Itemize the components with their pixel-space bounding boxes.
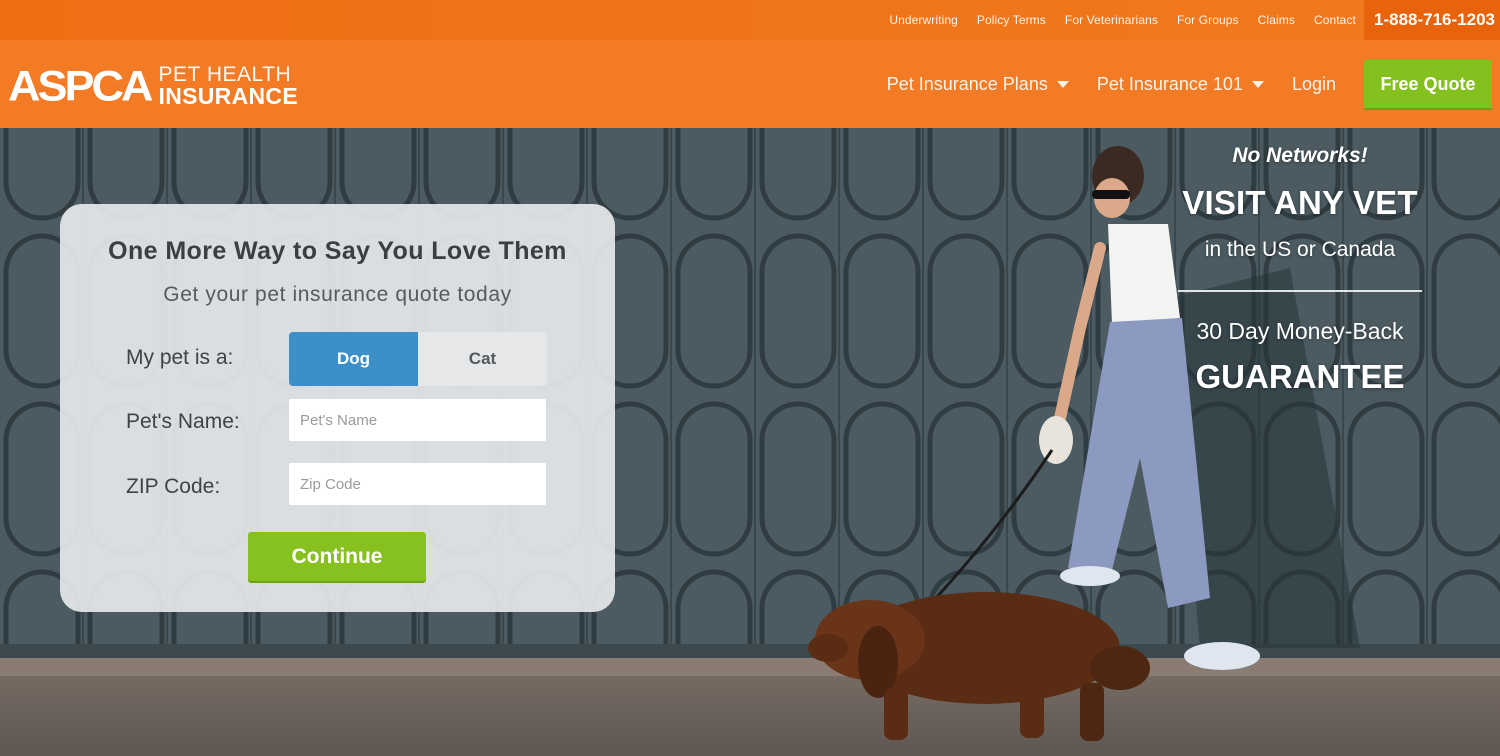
cat-option-button[interactable]: Cat (418, 332, 547, 386)
quote-form-title: One More Way to Say You Love Them (108, 237, 567, 265)
pet-type-label: My pet is a: (126, 346, 234, 369)
promo-guarantee: GUARANTEE (1195, 358, 1405, 395)
utility-link-underwriting[interactable]: Underwriting (889, 13, 958, 27)
pet-name-input[interactable] (288, 398, 547, 442)
promo-no-networks: No Networks! (1232, 144, 1368, 167)
chevron-down-icon (1056, 80, 1069, 88)
pet-name-label: Pet's Name: (126, 410, 240, 433)
promo-money-back: 30 Day Money-Back (1196, 318, 1404, 344)
promo-divider (1178, 290, 1422, 292)
utility-link-groups[interactable]: For Groups (1177, 13, 1239, 27)
pet-type-toggle: Dog Cat (289, 332, 547, 386)
quote-form-subtitle: Get your pet insurance quote today (163, 283, 512, 306)
dog-option-button[interactable]: Dog (289, 332, 418, 386)
quote-form-card: One More Way to Say You Love Them Get yo… (60, 204, 615, 612)
logo-line-2: INSURANCE (158, 83, 298, 109)
nav-pet-insurance-plans[interactable]: Pet Insurance Plans (887, 74, 1069, 95)
utility-link-policy-terms[interactable]: Policy Terms (977, 13, 1046, 27)
promo-us-canada: in the US or Canada (1204, 238, 1396, 261)
phone-number[interactable]: 1-888-716-1203 (1364, 0, 1500, 40)
main-nav: Pet Insurance Plans Pet Insurance 101 Lo… (887, 40, 1336, 128)
site-logo[interactable]: ASPCA PET HEALTH INSURANCE (8, 61, 298, 110)
nav-pet-insurance-101[interactable]: Pet Insurance 101 (1097, 74, 1264, 95)
utility-nav: Underwriting Policy Terms For Veterinari… (889, 0, 1356, 40)
utility-link-contact[interactable]: Contact (1314, 13, 1356, 27)
utility-link-claims[interactable]: Claims (1258, 13, 1295, 27)
hero-section: One More Way to Say You Love Them Get yo… (0, 128, 1500, 756)
utility-bar: Underwriting Policy Terms For Veterinari… (0, 0, 1500, 40)
nav-login[interactable]: Login (1292, 74, 1336, 95)
nav-pet-insurance-101-label: Pet Insurance 101 (1096, 73, 1243, 94)
logo-subtitle: PET HEALTH INSURANCE (159, 64, 298, 108)
zip-code-label: ZIP Code: (126, 475, 221, 498)
continue-button[interactable]: Continue (248, 532, 426, 581)
logo-mark: ASPCA (8, 61, 154, 110)
promo-visit-any-vet: VISIT ANY VET (1182, 184, 1418, 221)
free-quote-button[interactable]: Free Quote (1364, 60, 1492, 108)
utility-link-veterinarians[interactable]: For Veterinarians (1065, 13, 1158, 27)
chevron-down-icon (1251, 80, 1264, 88)
zip-code-input[interactable] (288, 462, 547, 506)
logo-line-1: PET HEALTH (158, 63, 292, 86)
main-header: ASPCA PET HEALTH INSURANCE Pet Insurance… (0, 40, 1500, 128)
nav-pet-insurance-plans-label: Pet Insurance Plans (886, 73, 1048, 94)
